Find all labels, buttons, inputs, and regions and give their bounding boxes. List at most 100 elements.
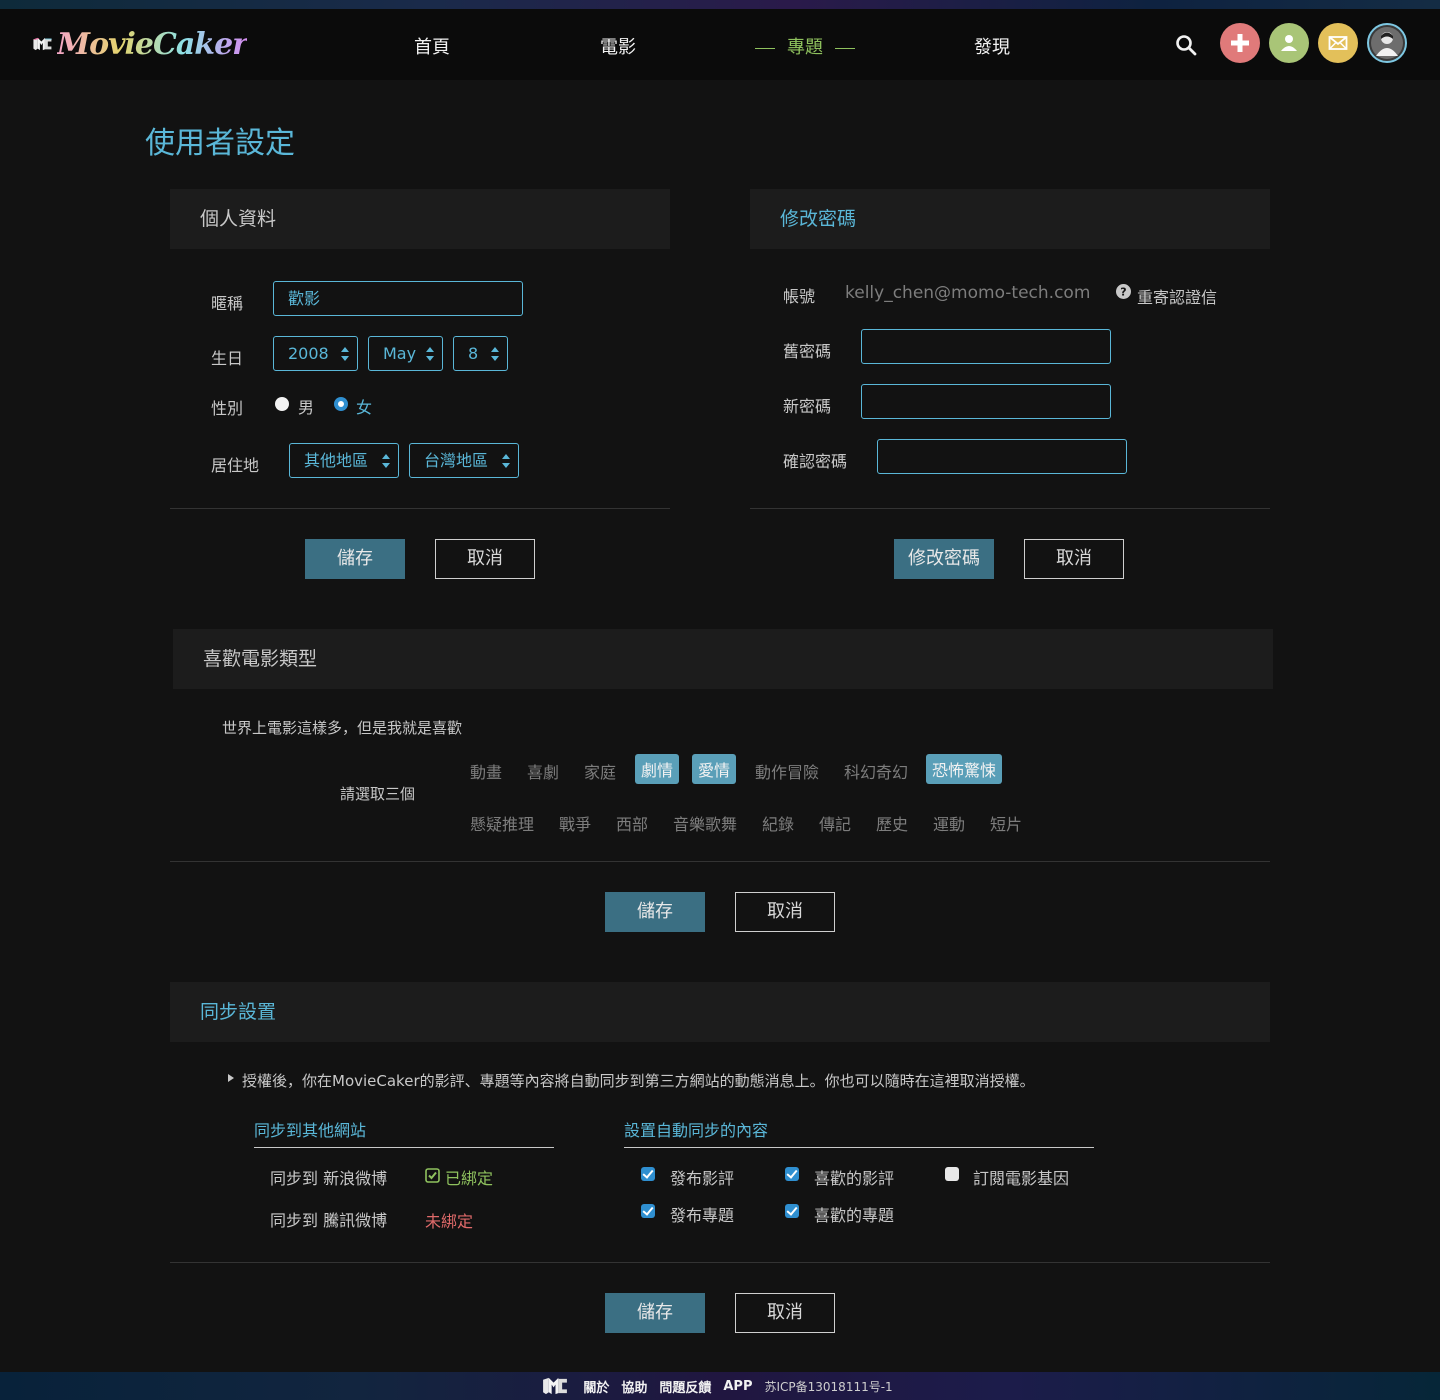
footer-link-about[interactable]: 關於: [583, 1377, 609, 1396]
nav-movies[interactable]: 電影: [600, 33, 636, 59]
old-password-input[interactable]: [861, 329, 1111, 364]
old-password-label: 舊密碼: [783, 342, 832, 361]
confirm-password-input[interactable]: [877, 439, 1127, 474]
account-email: kelly_chen@momo-tech.com: [845, 283, 1091, 303]
genre-tag[interactable]: 音樂歌舞: [673, 811, 737, 835]
birth-year-select[interactable]: 2008: [273, 336, 358, 371]
user-add-icon: [1281, 35, 1298, 51]
genre-tag[interactable]: 科幻奇幻: [844, 759, 908, 783]
site-header: MovieCaker 首頁 電影 專題 發現: [0, 9, 1440, 80]
sync-option-label[interactable]: 發布影評: [670, 1165, 734, 1189]
genre-tag[interactable]: 動作冒險: [755, 759, 819, 783]
sync-option-checkbox[interactable]: [641, 1167, 655, 1181]
caret-right-icon: [228, 1074, 234, 1082]
new-password-label: 新密碼: [783, 397, 832, 416]
genre-tag[interactable]: 動畫: [470, 759, 502, 783]
footer-link-feedback[interactable]: 問題反饋: [659, 1377, 711, 1396]
nickname-input[interactable]: 歡影: [273, 281, 523, 316]
help-icon[interactable]: ?: [1116, 284, 1131, 299]
tencent-unbound-status[interactable]: 未綁定: [425, 1208, 473, 1232]
select-arrows-icon: [426, 347, 434, 361]
nav-topics[interactable]: 專題: [755, 33, 867, 59]
site-logo[interactable]: MovieCaker: [32, 21, 248, 67]
moviecaker-logo-mark-icon: [33, 37, 53, 51]
profile-cancel-button[interactable]: 取消: [435, 539, 535, 579]
genres-panel-title: 喜歡電影類型: [173, 629, 1273, 689]
gender-male-radio[interactable]: [275, 397, 289, 411]
nickname-label: 暱稱: [211, 294, 244, 313]
sync-option-label[interactable]: 喜歡的專題: [814, 1202, 894, 1226]
genre-tag[interactable]: 家庭: [584, 759, 616, 783]
profile-divider: [170, 508, 670, 509]
sync-option-label[interactable]: 喜歡的影評: [814, 1165, 894, 1189]
search-icon[interactable]: [1174, 33, 1198, 57]
sync-divider: [170, 1262, 1270, 1263]
gender-female-radio[interactable]: [334, 397, 348, 411]
genre-tag[interactable]: 喜劇: [527, 759, 559, 783]
gender-male-label[interactable]: 男: [298, 394, 314, 418]
sync-option-checkbox[interactable]: [641, 1204, 655, 1218]
page-title: 使用者設定: [145, 126, 295, 161]
genres-save-button[interactable]: 儲存: [605, 892, 705, 932]
footer-logo-icon[interactable]: [541, 1376, 569, 1396]
region-select-2[interactable]: 台灣地區: [409, 443, 519, 478]
genre-tag[interactable]: 歷史: [876, 811, 908, 835]
birth-day-value: 8: [468, 344, 479, 363]
genre-tag[interactable]: 紀錄: [762, 811, 794, 835]
sync-option-checkbox[interactable]: [945, 1167, 959, 1181]
account-label: 帳號: [783, 287, 816, 306]
genres-divider: [170, 861, 1270, 862]
resend-verification-link[interactable]: 重寄認證信: [1137, 284, 1217, 308]
nav-active-dash-left: [755, 47, 775, 49]
birth-day-select[interactable]: 8: [453, 336, 508, 371]
nav-active-dash-right: [835, 47, 855, 49]
site-footer: 關於 協助 問題反饋 APP 苏ICP备13018111号-1: [0, 1372, 1440, 1400]
sync-panel-title: 同步設置: [170, 982, 1270, 1042]
messages-button[interactable]: [1318, 23, 1358, 63]
sync-note: 授權後，你在MovieCaker的影評、專題等內容將自動同步到第三方網站的動態消…: [242, 1072, 1035, 1090]
nav-discover[interactable]: 發現: [974, 33, 1010, 59]
add-button[interactable]: [1220, 23, 1260, 63]
friends-button[interactable]: [1269, 23, 1309, 63]
avatar-icon: [1371, 27, 1403, 59]
gender-female-label[interactable]: 女: [356, 394, 372, 418]
genre-tag-selected[interactable]: 恐怖驚悚: [926, 754, 1003, 784]
sync-sites-heading: 同步到其他網站: [254, 1117, 554, 1148]
weibo-bound-status[interactable]: 已綁定: [445, 1165, 493, 1189]
genre-tag[interactable]: 運動: [933, 811, 965, 835]
mail-icon: [1328, 36, 1348, 50]
footer-link-help[interactable]: 協助: [621, 1377, 647, 1396]
sync-option-label[interactable]: 訂閱電影基因: [973, 1165, 1069, 1189]
new-password-input[interactable]: [861, 384, 1111, 419]
select-arrows-icon: [382, 454, 390, 468]
sync-option-checkbox[interactable]: [785, 1167, 799, 1181]
genre-tag-selected[interactable]: 劇情: [635, 754, 680, 784]
genre-tag[interactable]: 西部: [616, 811, 648, 835]
confirm-password-label: 確認密碼: [783, 452, 848, 471]
genre-tag[interactable]: 傳記: [819, 811, 851, 835]
genre-tag[interactable]: 懸疑推理: [470, 811, 534, 835]
sync-cancel-button[interactable]: 取消: [735, 1293, 835, 1333]
profile-panel-title: 個人資料: [170, 189, 670, 249]
logo-text: MovieCaker: [56, 26, 248, 62]
footer-icp[interactable]: 苏ICP备13018111号-1: [764, 1378, 892, 1395]
nav-home[interactable]: 首頁: [414, 33, 450, 59]
genres-cancel-button[interactable]: 取消: [735, 892, 835, 932]
sync-option-label[interactable]: 發布專題: [670, 1202, 734, 1226]
password-cancel-button[interactable]: 取消: [1024, 539, 1124, 579]
password-panel-title: 修改密碼: [750, 189, 1270, 249]
sync-site-tencent: 同步到 騰訊微博: [270, 1211, 388, 1230]
birth-month-select[interactable]: May: [368, 336, 443, 371]
sync-save-button[interactable]: 儲存: [605, 1293, 705, 1333]
genre-tag-selected[interactable]: 愛情: [692, 754, 737, 784]
footer-link-app[interactable]: APP: [723, 1379, 752, 1394]
profile-save-button[interactable]: 儲存: [305, 539, 405, 579]
genre-tag[interactable]: 戰爭: [559, 811, 591, 835]
user-avatar[interactable]: [1367, 23, 1407, 63]
genres-intro: 世界上電影這樣多，但是我就是喜歡: [222, 719, 463, 737]
region-select-1[interactable]: 其他地區: [289, 443, 399, 478]
genre-tag[interactable]: 短片: [990, 811, 1022, 835]
change-password-button[interactable]: 修改密碼: [894, 539, 994, 579]
sync-option-checkbox[interactable]: [785, 1204, 799, 1218]
residence-label: 居住地: [211, 456, 260, 475]
